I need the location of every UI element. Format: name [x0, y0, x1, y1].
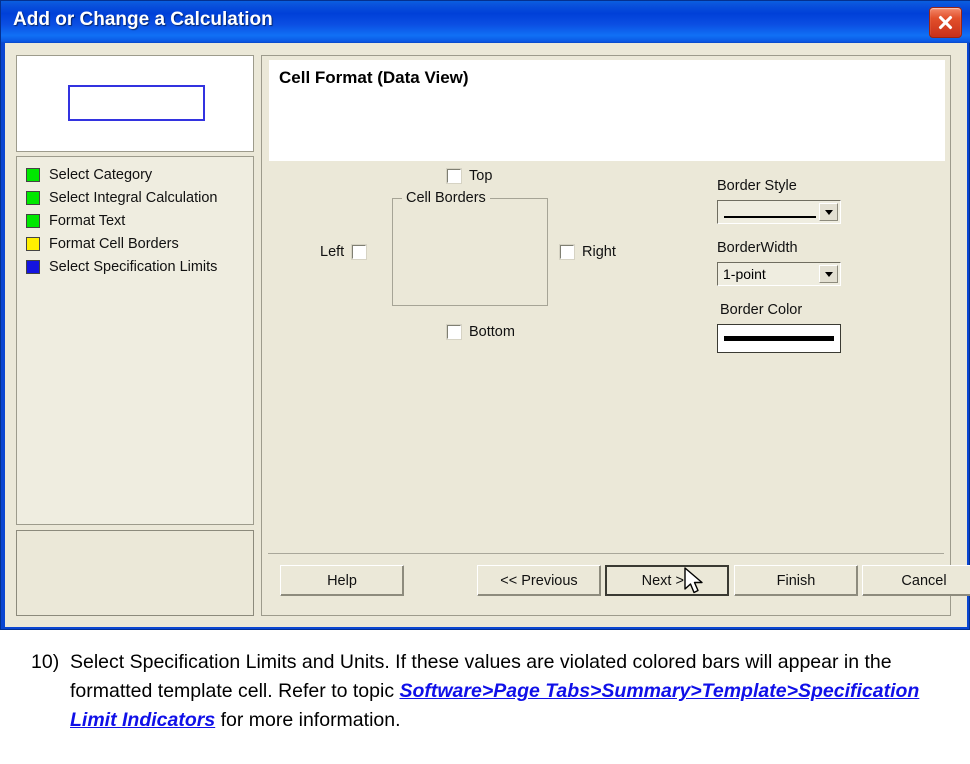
caption-number: 10) [31, 651, 60, 673]
list-item[interactable]: Format Text [17, 209, 253, 232]
cancel-button[interactable]: Cancel [862, 565, 970, 596]
checkbox-label-right: Right [582, 244, 616, 260]
checkbox-box-left[interactable] [352, 245, 367, 259]
step-label: Format Cell Borders [49, 235, 179, 252]
checkbox-bottom[interactable]: Bottom [447, 324, 515, 340]
border-width-label: BorderWidth [717, 240, 798, 256]
panel-body: Cell Borders Top Left Right Bottom Borde… [262, 162, 950, 551]
step-status-swatch [26, 236, 40, 251]
main-panel: Cell Format (Data View) Cell Borders Top… [261, 55, 970, 616]
step-label: Select Category [49, 166, 153, 183]
checkbox-box-bottom[interactable] [447, 325, 461, 339]
checkbox-label-top: Top [469, 168, 493, 184]
finish-button[interactable]: Finish [734, 565, 858, 596]
close-icon[interactable] [929, 7, 962, 38]
checkbox-right[interactable]: Right [560, 244, 616, 260]
next-button[interactable]: Next >> [605, 565, 729, 596]
chevron-down-icon[interactable] [819, 265, 838, 283]
border-color-swatch[interactable] [717, 324, 841, 353]
step-status-swatch [26, 213, 40, 228]
dialog-client-area: Select Category Select Integral Calculat… [5, 43, 970, 627]
title-bar: Add or Change a Calculation [1, 1, 970, 43]
step-status-swatch [26, 190, 40, 205]
help-button[interactable]: Help [280, 565, 404, 596]
border-style-dropdown[interactable] [717, 200, 841, 224]
step-label: Select Specification Limits [49, 258, 218, 275]
window-title: Add or Change a Calculation [13, 9, 273, 30]
step-label: Select Integral Calculation [49, 189, 218, 206]
cell-borders-group-label: Cell Borders [402, 190, 490, 206]
step-status-swatch [26, 167, 40, 182]
list-item[interactable]: Format Cell Borders [17, 232, 253, 255]
list-item[interactable]: Select Integral Calculation [17, 186, 253, 209]
caption-text-after: for more information. [215, 709, 401, 731]
panel-header: Cell Format (Data View) [269, 60, 945, 161]
wizard-steps-list[interactable]: Select Category Select Integral Calculat… [16, 156, 254, 525]
border-width-value: 1-point [723, 266, 766, 282]
caption-body: Select Specification Limits and Units. I… [70, 648, 970, 735]
description-panel [16, 530, 254, 616]
list-item[interactable]: Select Specification Limits [17, 255, 253, 278]
dialog-window: Add or Change a Calculation Select Categ… [0, 0, 970, 630]
checkbox-left[interactable]: Left [320, 244, 367, 260]
step-label: Format Text [49, 212, 126, 229]
border-color-label: Border Color [720, 302, 803, 318]
cell-borders-group: Cell Borders [392, 190, 548, 306]
page-title: Cell Format (Data View) [279, 68, 469, 87]
checkbox-box-right[interactable] [560, 245, 574, 259]
border-style-line-sample [724, 216, 816, 218]
list-item[interactable]: Select Category [17, 163, 253, 186]
checkbox-label-left: Left [320, 244, 345, 260]
border-color-bar [724, 336, 834, 341]
preview-cell-sample [68, 85, 205, 121]
checkbox-box-top[interactable] [447, 169, 461, 183]
checkbox-label-bottom: Bottom [469, 324, 515, 340]
border-width-dropdown[interactable]: 1-point [717, 262, 841, 286]
previous-button[interactable]: << Previous [477, 565, 601, 596]
button-bar: Help << Previous Next >> Finish Cancel [262, 556, 970, 614]
cell-preview-panel [16, 55, 254, 152]
checkbox-top[interactable]: Top [447, 168, 492, 184]
chevron-down-icon[interactable] [819, 203, 838, 221]
border-style-label: Border Style [717, 178, 797, 194]
button-bar-divider [268, 553, 944, 554]
step-status-swatch [26, 259, 40, 274]
